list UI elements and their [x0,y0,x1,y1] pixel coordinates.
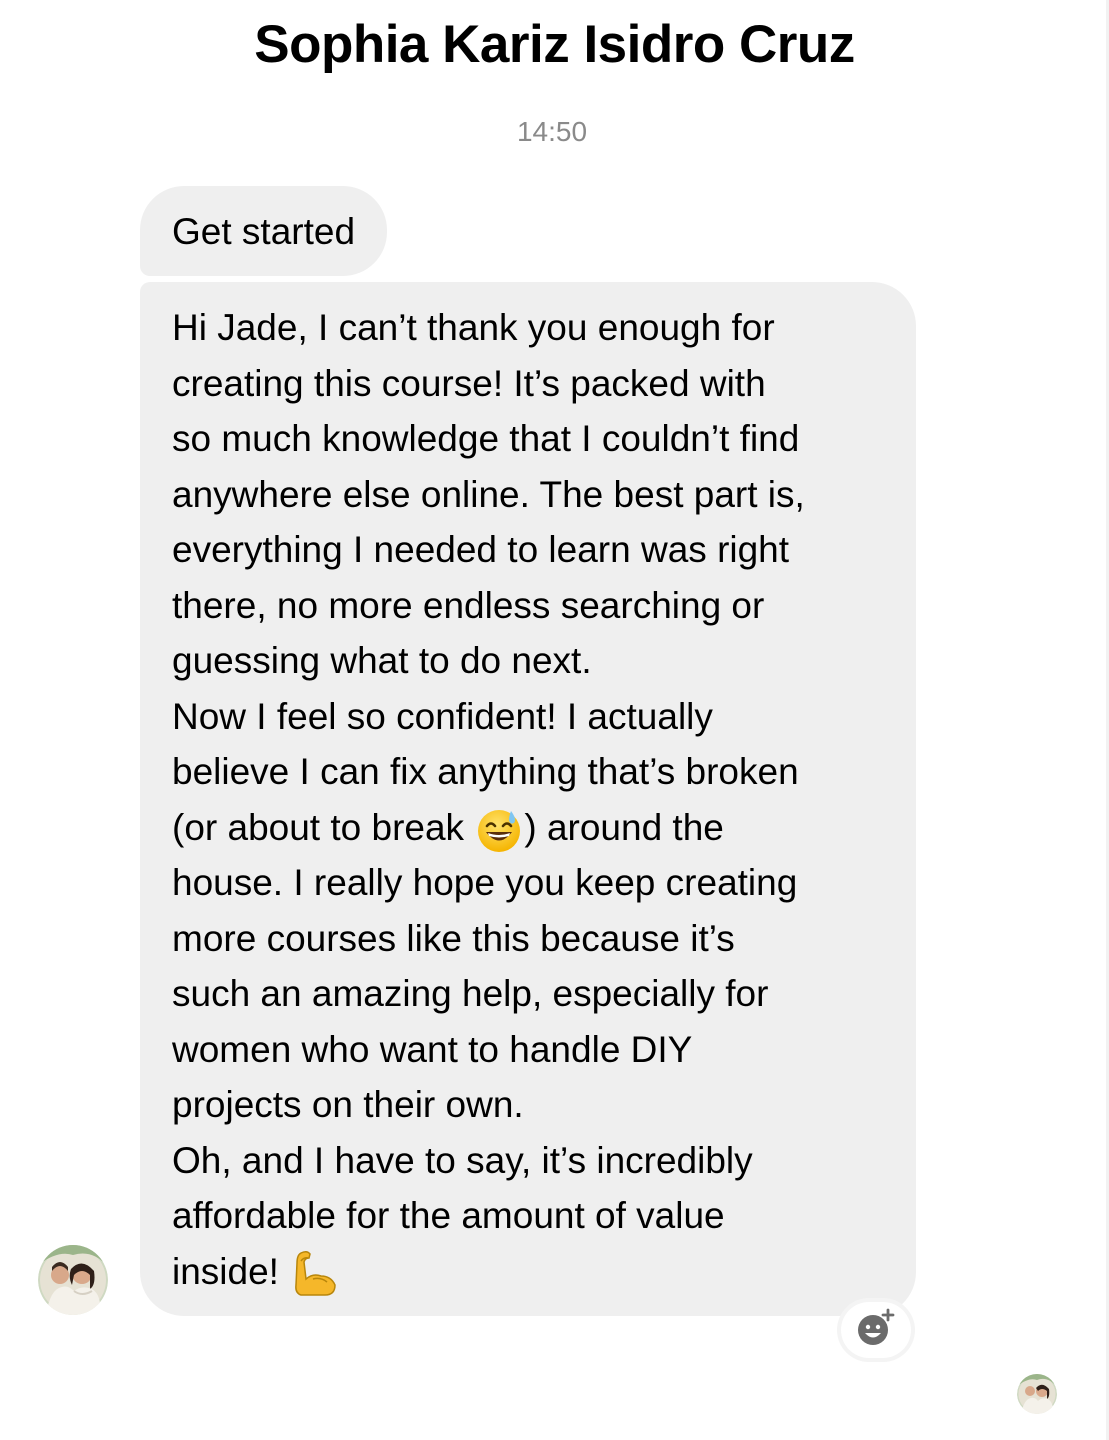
message-line: Oh, and I have to say, it’s incredibly [172,1139,753,1181]
message-fragment: ) around the [524,806,724,848]
message-line: Hi Jade, I can’t thank you enough for [172,307,775,348]
read-receipt-avatar [1017,1374,1057,1414]
grinning-face-with-sweat-emoji [476,807,522,853]
message-line: Now I feel so confident! I actually [172,695,713,737]
avatar[interactable] [38,1245,108,1315]
message-bubble-testimonial[interactable]: Hi Jade, I can’t thank you enough for cr… [140,282,916,1316]
message-line: more courses like this because it’s [172,917,735,959]
message-line: house. I really hope you keep creating [172,862,798,903]
message-line-with-emoji: (or about to break ) around the [172,800,890,856]
message-line: creating this course! It’s packed with [172,362,766,404]
message-fragment: inside! [172,1250,279,1292]
message-line: there, no more endless searching or [172,584,765,626]
message-line: affordable for the amount of value [172,1195,725,1236]
message-line: believe I can fix anything that’s broken [172,751,799,792]
message-bubble-get-started[interactable]: Get started [140,186,388,276]
message-line: anywhere else online. The best part is, [172,473,805,515]
message-line: such an amazing help, especially for [172,973,769,1014]
add-reaction-icon [856,1308,896,1353]
add-reaction-button[interactable] [841,1302,911,1358]
message-line: guessing what to do next. [172,640,592,681]
contact-name-title[interactable]: Sophia Kariz Isidro Cruz [0,12,1109,78]
message-line: so much knowledge that I couldn’t find [172,418,800,459]
message-line: women who want to handle DIY [172,1028,693,1070]
flexed-biceps-emoji [291,1249,339,1299]
message-fragment: (or about to break [172,806,465,848]
message-line-with-emoji: inside! [172,1244,890,1300]
message-timestamp: 14:50 [516,116,588,147]
message-line: everything I needed to learn was right [172,529,790,570]
message-line: projects on their own. [172,1084,524,1125]
chat-screen: Sophia Kariz Isidro Cruz 14:50 Get start… [0,0,1109,1440]
